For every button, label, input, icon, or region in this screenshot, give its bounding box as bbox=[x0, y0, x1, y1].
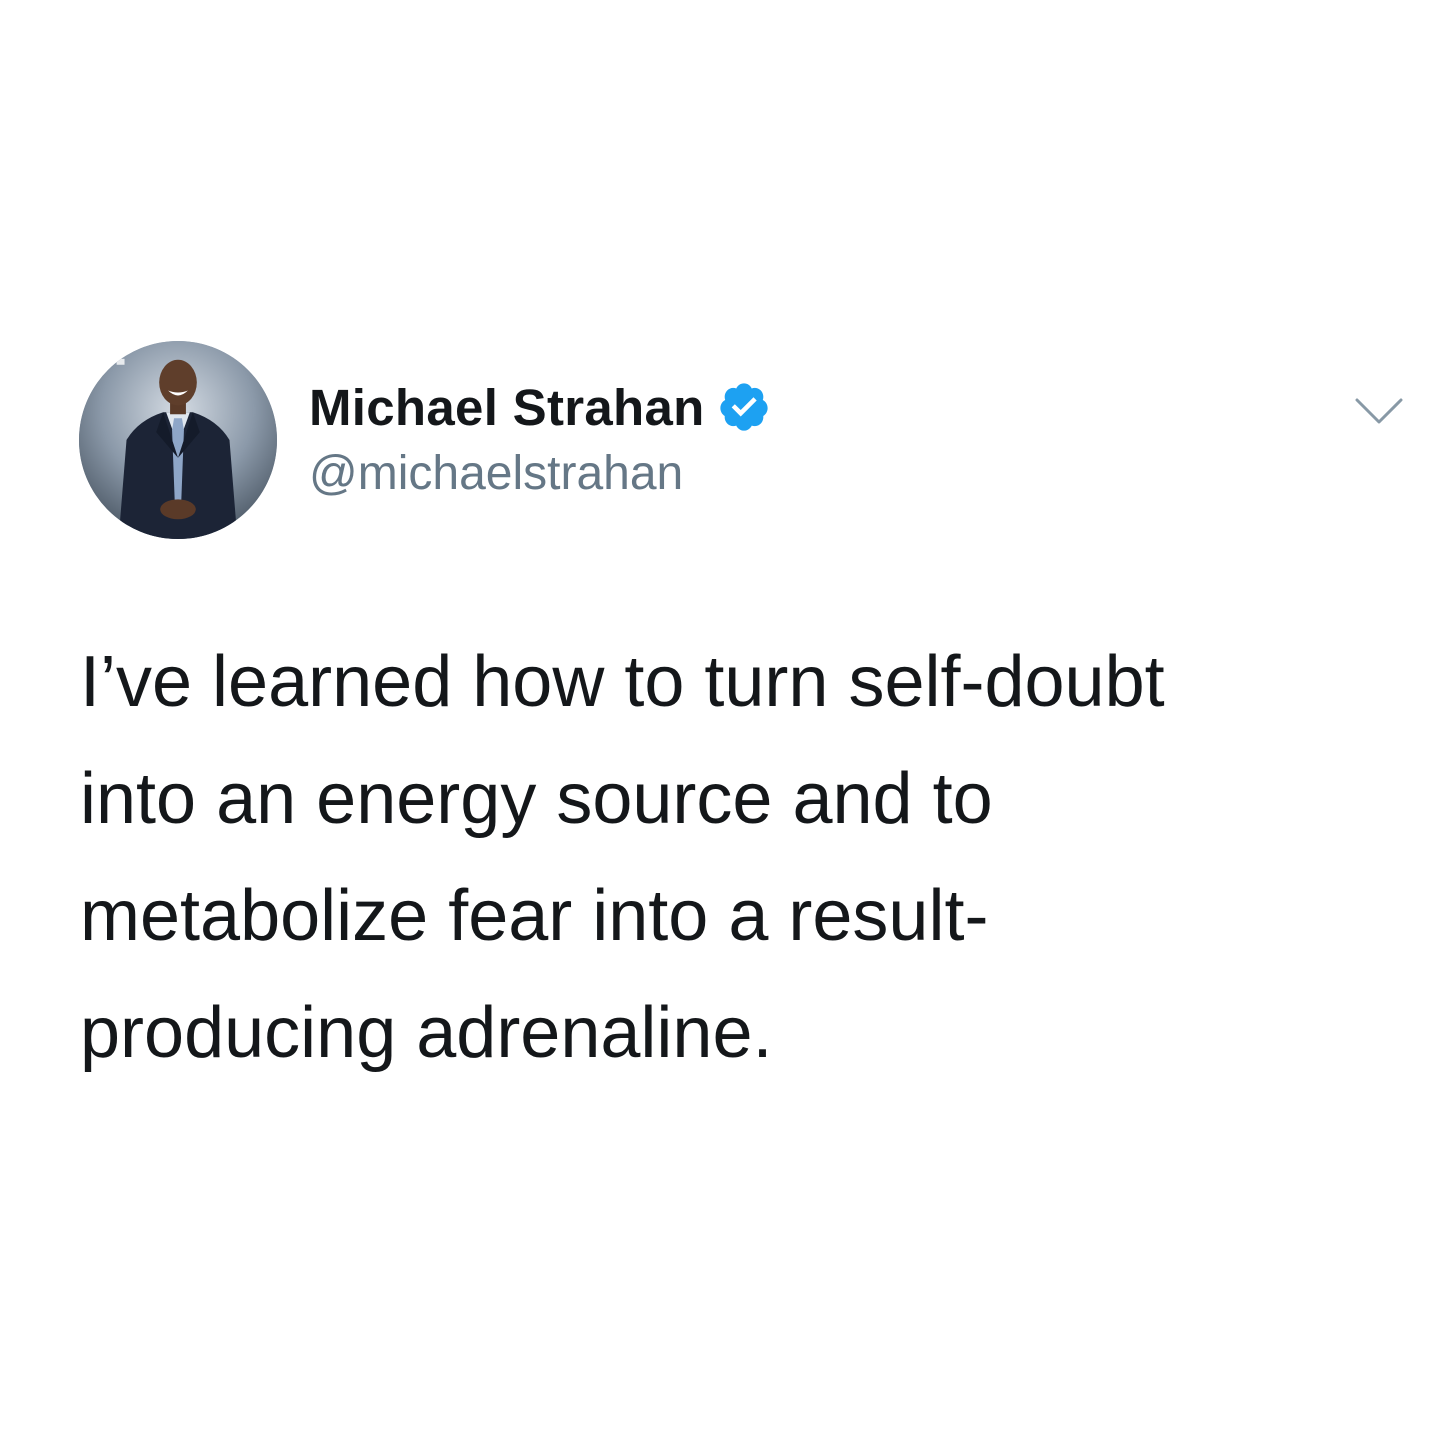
tweet-text-line: producing adrenaline. bbox=[80, 993, 773, 1073]
author-avatar[interactable] bbox=[79, 341, 277, 539]
verified-badge-icon bbox=[717, 380, 771, 434]
author-handle[interactable]: @michaelstrahan bbox=[309, 446, 683, 501]
avatar-photo bbox=[79, 341, 277, 539]
tweet-text-line: I’ve learned how to turn self-doubt bbox=[80, 642, 1165, 722]
chevron-down-icon[interactable] bbox=[1353, 392, 1405, 428]
tweet-text: I’ve learned how to turn self-doubt into… bbox=[80, 624, 1370, 1092]
author-name-row[interactable]: Michael Strahan bbox=[309, 374, 771, 440]
tweet-text-line: into an energy source and to bbox=[80, 759, 993, 839]
tweet-card: Michael Strahan @michaelstrahan I’ve lea… bbox=[0, 0, 1440, 1440]
author-display-name[interactable]: Michael Strahan bbox=[309, 378, 705, 437]
tweet-text-line: metabolize fear into a result- bbox=[80, 876, 989, 956]
